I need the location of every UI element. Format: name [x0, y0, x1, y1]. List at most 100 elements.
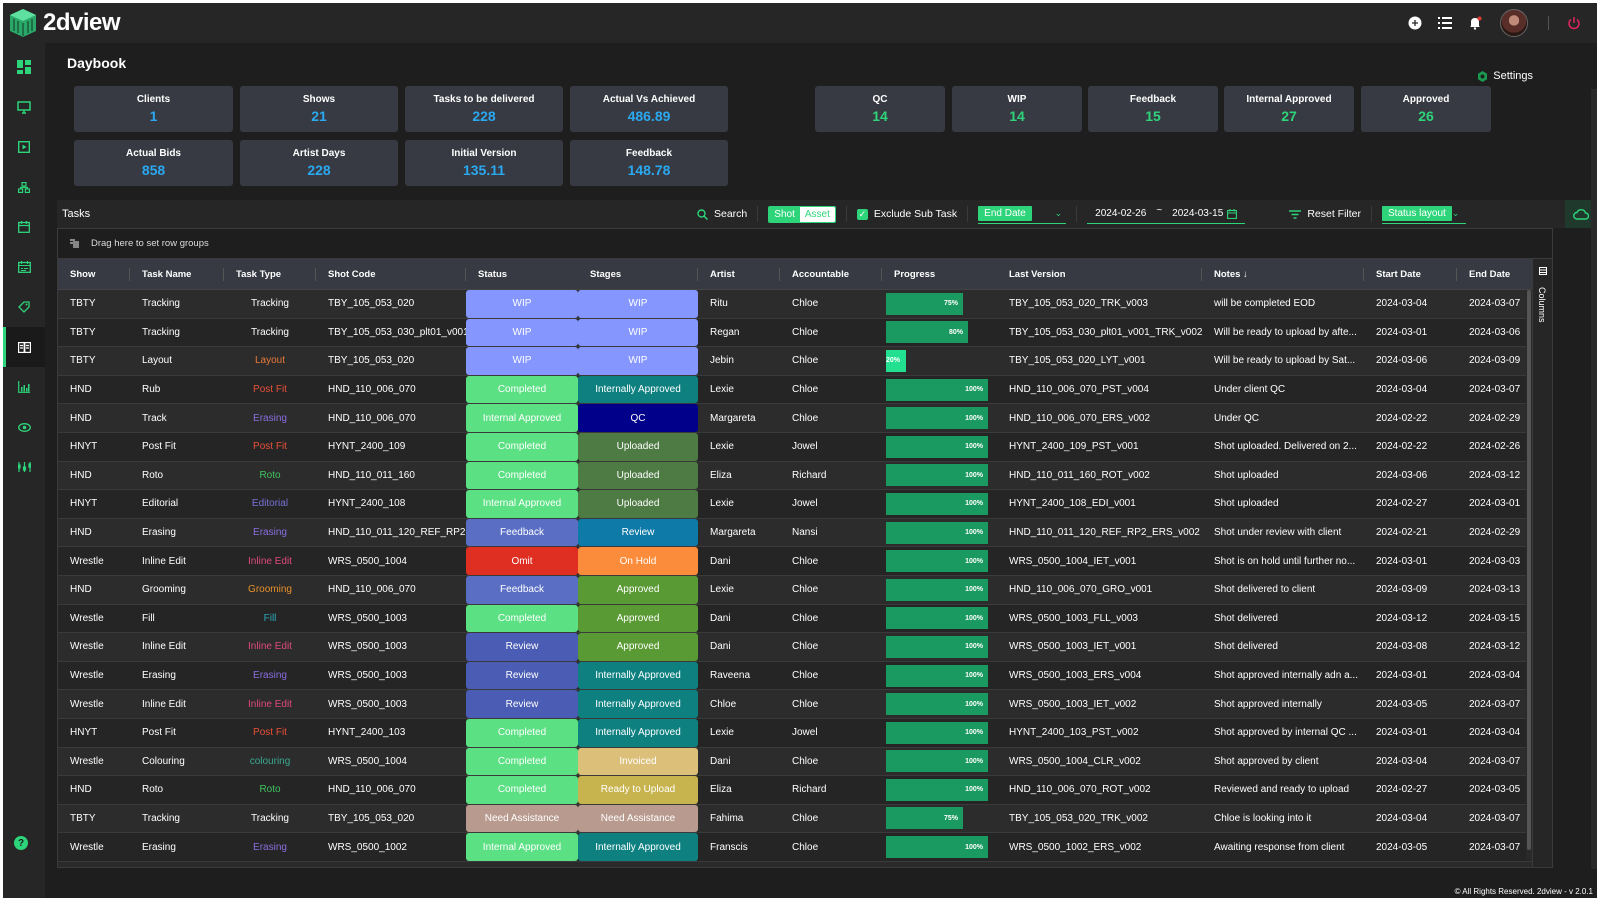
- column-header-stages[interactable]: Stages: [578, 259, 698, 289]
- columns-side-panel-tab[interactable]: Columns: [1532, 259, 1552, 867]
- stage-badge[interactable]: Internally Approved: [578, 833, 698, 861]
- status-badge[interactable]: Internal Approved: [466, 833, 578, 861]
- table-row[interactable]: HND Roto Roto HND_110_011_160 Completed Uploa…: [58, 461, 1552, 491]
- stage-badge[interactable]: WIP: [578, 290, 698, 318]
- status-badge[interactable]: WIP: [466, 318, 578, 347]
- status-badge[interactable]: Completed: [466, 718, 578, 747]
- table-row[interactable]: HND Roto Roto HND_110_006_070 Completed Ready…: [58, 776, 1552, 805]
- stage-badge[interactable]: Uploaded: [578, 490, 698, 518]
- column-header-progress[interactable]: Progress: [882, 259, 997, 289]
- sidebar-item-calendar[interactable]: [3, 207, 45, 247]
- sidebar-item-monitor[interactable]: [3, 87, 45, 127]
- sidebar-item-dashboard[interactable]: [3, 47, 45, 87]
- sidebar-item-media[interactable]: [3, 127, 45, 167]
- stage-badge[interactable]: Internally Approved: [578, 661, 698, 690]
- table-row[interactable]: TBTY Layout Layout TBY_105_053_020 WIP WIP Jeb…: [58, 347, 1552, 376]
- row-group-drop-zone[interactable]: Drag here to set row groups: [58, 229, 1552, 259]
- stage-badge[interactable]: Approved: [578, 633, 698, 661]
- column-header-task-name[interactable]: Task Name: [130, 259, 224, 289]
- status-badge[interactable]: Completed: [466, 604, 578, 633]
- avatar[interactable]: [1500, 9, 1528, 37]
- help-icon[interactable]: ?: [14, 836, 28, 850]
- sidebar-item-hierarchy[interactable]: [3, 167, 45, 207]
- logo[interactable]: 2dview: [9, 8, 121, 38]
- column-header-end-date[interactable]: End Date: [1457, 259, 1532, 289]
- status-badge[interactable]: Review: [466, 633, 578, 661]
- stage-badge[interactable]: WIP: [578, 347, 698, 375]
- column-header-last-version[interactable]: Last Version: [997, 259, 1202, 289]
- table-row[interactable]: HND Track Erasing HND_110_006_070 Internal A…: [58, 404, 1552, 433]
- column-header-start-date[interactable]: Start Date: [1364, 259, 1457, 289]
- status-badge[interactable]: Feedback: [466, 575, 578, 604]
- table-row[interactable]: TBTY Tracking Tracking TBY_105_053_020 Need …: [58, 804, 1552, 834]
- table-row[interactable]: TBTY Tracking Tracking TBY_105_053_030_plt0…: [58, 318, 1552, 348]
- stage-badge[interactable]: Internally Approved: [578, 690, 698, 718]
- stage-badge[interactable]: Ready to Upload: [578, 776, 698, 804]
- status-badge[interactable]: Internal Approved: [466, 404, 578, 432]
- table-row[interactable]: Wrestle Inline Edit Inline Edit WRS_0500_10…: [58, 547, 1552, 576]
- date-field-select[interactable]: End Date ⌄: [978, 204, 1067, 224]
- status-badge[interactable]: Feedback: [466, 518, 578, 547]
- status-badge[interactable]: Completed: [466, 776, 578, 804]
- sidebar-item-settings[interactable]: [3, 447, 45, 487]
- sidebar-item-reports[interactable]: [3, 367, 45, 407]
- page-scrollbar[interactable]: [1591, 89, 1597, 869]
- exclude-sub-task-checkbox[interactable]: ✓ Exclude Sub Task: [856, 208, 957, 220]
- status-badge[interactable]: Completed: [466, 747, 578, 776]
- stage-badge[interactable]: WIP: [578, 318, 698, 347]
- status-badge[interactable]: Internal Approved: [466, 490, 578, 518]
- layout-select[interactable]: Status layout ⌄: [1382, 204, 1466, 224]
- shot-asset-toggle[interactable]: Shot Asset: [768, 205, 836, 223]
- status-badge[interactable]: WIP: [466, 347, 578, 375]
- stage-badge[interactable]: Uploaded: [578, 461, 698, 490]
- table-row[interactable]: TBTY Tracking Tracking TBY_105_053_020 WIP WI…: [58, 290, 1552, 319]
- sidebar-item-schedule[interactable]: [3, 247, 45, 287]
- stage-badge[interactable]: Uploaded: [578, 432, 698, 461]
- sidebar-item-daybook[interactable]: [3, 327, 45, 367]
- power-icon[interactable]: [1559, 3, 1589, 43]
- table-row[interactable]: Wrestle Inline Edit Inline Edit WRS_0500_10…: [58, 690, 1552, 719]
- status-badge[interactable]: Completed: [466, 375, 578, 404]
- stage-badge[interactable]: Approved: [578, 575, 698, 604]
- sidebar-item-review[interactable]: [3, 407, 45, 447]
- status-badge[interactable]: Review: [466, 690, 578, 718]
- date-range-picker[interactable]: 2024-02-26 ~ 2024-03-15: [1087, 204, 1246, 224]
- table-row[interactable]: Wrestle Erasing Erasing WRS_0500_1003 Review…: [58, 661, 1552, 691]
- toggle-shot[interactable]: Shot: [769, 206, 800, 222]
- table-row[interactable]: HNYT Post Fit Post Fit HYNT_2400_109 Complet…: [58, 432, 1552, 462]
- add-circle-icon[interactable]: [1400, 3, 1430, 43]
- search-button[interactable]: Search: [697, 208, 747, 220]
- table-row[interactable]: HND Rub Post Fit HND_110_006_070 Completed In…: [58, 375, 1552, 405]
- table-row[interactable]: Wrestle Colouring colouring WRS_0500_1004 Co…: [58, 747, 1552, 777]
- table-row[interactable]: HND Grooming Grooming HND_110_006_070 Feedba…: [58, 575, 1552, 605]
- table-row[interactable]: HNYT Editorial Editorial HYNT_2400_108 Inter…: [58, 490, 1552, 519]
- reset-filter-button[interactable]: Reset Filter: [1289, 208, 1361, 220]
- table-row[interactable]: HNYT Post Fit Post Fit HYNT_2400_103 Complet…: [58, 718, 1552, 748]
- column-header-task-type[interactable]: Task Type: [224, 259, 316, 289]
- stage-badge[interactable]: Internally Approved: [578, 718, 698, 747]
- table-row[interactable]: HND Erasing Erasing HND_110_011_120_REF_RP2…: [58, 518, 1552, 548]
- table-row[interactable]: Wrestle Inline Edit Inline Edit WRS_0500_10…: [58, 633, 1552, 662]
- column-header-show[interactable]: Show: [58, 259, 130, 289]
- stage-badge[interactable]: Invoiced: [578, 747, 698, 776]
- bell-icon[interactable]: [1460, 3, 1490, 43]
- settings-button[interactable]: Settings: [1477, 70, 1533, 82]
- column-header-shot-code[interactable]: Shot Code: [316, 259, 466, 289]
- list-icon[interactable]: [1430, 3, 1460, 43]
- status-badge[interactable]: Review: [466, 661, 578, 690]
- status-badge[interactable]: Completed: [466, 432, 578, 461]
- table-row[interactable]: Wrestle Erasing Erasing WRS_0500_1002 Intern…: [58, 833, 1552, 862]
- date-from[interactable]: 2024-02-26: [1095, 208, 1146, 219]
- stage-badge[interactable]: QC: [578, 404, 698, 432]
- column-header-status[interactable]: Status: [466, 259, 578, 289]
- sidebar-item-tags[interactable]: [3, 287, 45, 327]
- toggle-asset[interactable]: Asset: [799, 206, 835, 222]
- table-row[interactable]: Wrestle Fill Fill WRS_0500_1003 Completed App…: [58, 604, 1552, 634]
- stage-badge[interactable]: On Hold: [578, 547, 698, 575]
- column-header-notes[interactable]: Notes ↓: [1202, 259, 1364, 289]
- stage-badge[interactable]: Internally Approved: [578, 375, 698, 404]
- status-badge[interactable]: Completed: [466, 461, 578, 490]
- stage-badge[interactable]: Review: [578, 518, 698, 547]
- date-to[interactable]: 2024-03-15: [1172, 208, 1223, 219]
- stage-badge[interactable]: Need Assistance: [578, 804, 698, 833]
